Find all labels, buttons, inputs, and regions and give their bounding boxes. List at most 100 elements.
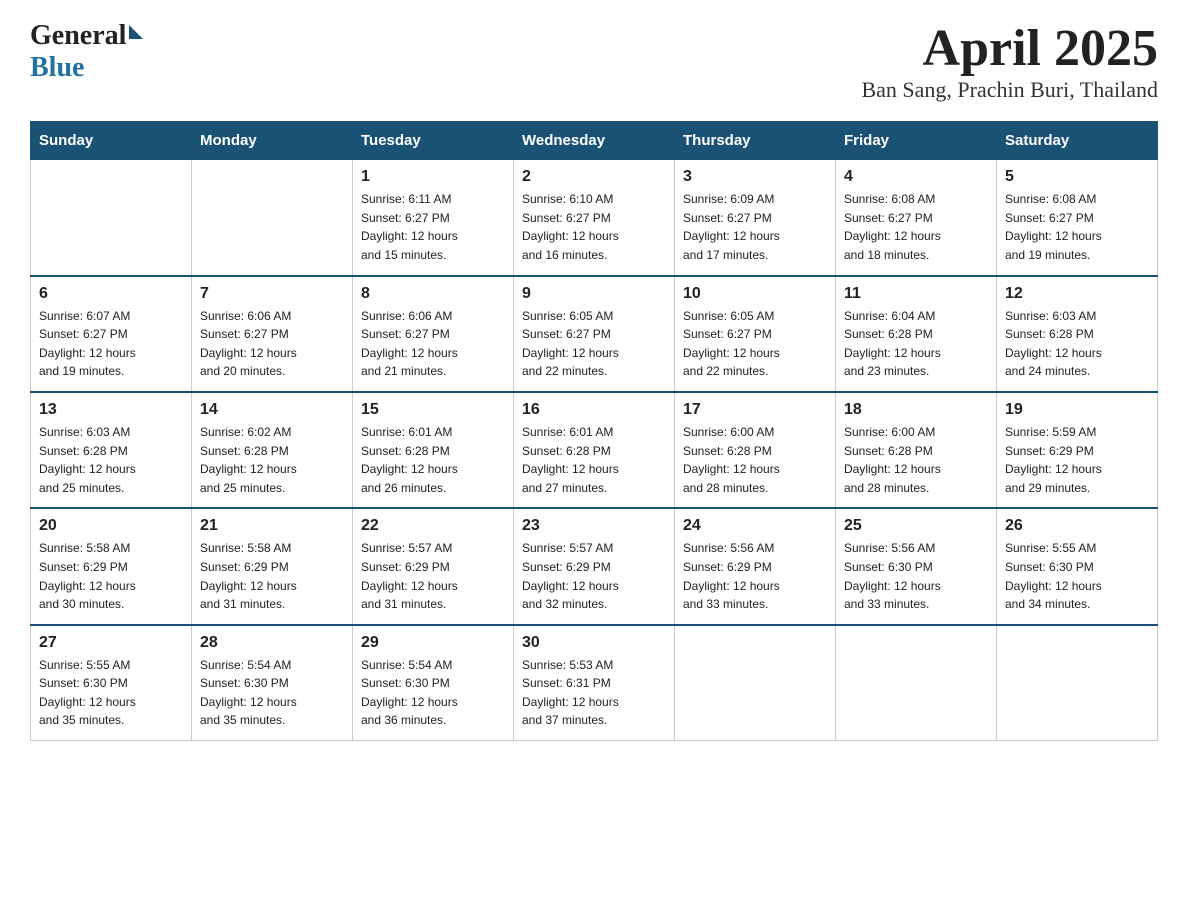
title-area: April 2025 Ban Sang, Prachin Buri, Thail… <box>861 20 1158 103</box>
day-number: 7 <box>200 285 344 303</box>
calendar-cell: 5 Sunrise: 6:08 AMSunset: 6:27 PMDaylight… <box>997 160 1158 276</box>
logo: General Blue <box>30 20 143 84</box>
day-number: 23 <box>522 517 666 535</box>
header-cell-saturday: Saturday <box>997 122 1158 160</box>
day-info: Sunrise: 5:54 AMSunset: 6:30 PMDaylight:… <box>200 656 344 730</box>
day-number: 27 <box>39 634 183 652</box>
day-info: Sunrise: 5:58 AMSunset: 6:29 PMDaylight:… <box>200 539 344 613</box>
day-number: 24 <box>683 517 827 535</box>
header-cell-tuesday: Tuesday <box>353 122 514 160</box>
day-info: Sunrise: 5:55 AMSunset: 6:30 PMDaylight:… <box>39 656 183 730</box>
calendar-cell: 20 Sunrise: 5:58 AMSunset: 6:29 PMDayligh… <box>31 508 192 624</box>
day-number: 26 <box>1005 517 1149 535</box>
calendar-cell: 24Sunrise: 5:56 AMSunset: 6:29 PMDayligh… <box>675 508 836 624</box>
header: General Blue April 2025 Ban Sang, Prachi… <box>30 20 1158 103</box>
calendar-cell: 11 Sunrise: 6:04 AMSunset: 6:28 PMDayligh… <box>836 276 997 392</box>
day-info: Sunrise: 6:06 AMSunset: 6:27 PMDaylight:… <box>200 307 344 381</box>
day-info: Sunrise: 6:04 AMSunset: 6:28 PMDaylight:… <box>844 307 988 381</box>
day-number: 11 <box>844 285 988 303</box>
day-number: 9 <box>522 285 666 303</box>
day-number: 5 <box>1005 168 1149 186</box>
header-cell-friday: Friday <box>836 122 997 160</box>
day-number: 12 <box>1005 285 1149 303</box>
calendar-week-row: 20 Sunrise: 5:58 AMSunset: 6:29 PMDayligh… <box>31 508 1158 624</box>
calendar-cell: 4 Sunrise: 6:08 AMSunset: 6:27 PMDaylight… <box>836 160 997 276</box>
day-info: Sunrise: 5:59 AMSunset: 6:29 PMDaylight:… <box>1005 423 1149 497</box>
calendar-cell: 29Sunrise: 5:54 AMSunset: 6:30 PMDayligh… <box>353 625 514 741</box>
day-number: 3 <box>683 168 827 186</box>
calendar-cell: 26Sunrise: 5:55 AMSunset: 6:30 PMDayligh… <box>997 508 1158 624</box>
day-number: 14 <box>200 401 344 419</box>
day-info: Sunrise: 6:02 AMSunset: 6:28 PMDaylight:… <box>200 423 344 497</box>
day-number: 4 <box>844 168 988 186</box>
day-number: 1 <box>361 168 505 186</box>
calendar-cell: 12 Sunrise: 6:03 AMSunset: 6:28 PMDayligh… <box>997 276 1158 392</box>
calendar-cell: 23 Sunrise: 5:57 AMSunset: 6:29 PMDayligh… <box>514 508 675 624</box>
day-info: Sunrise: 5:58 AMSunset: 6:29 PMDaylight:… <box>39 539 183 613</box>
calendar-header: SundayMondayTuesdayWednesdayThursdayFrid… <box>31 122 1158 160</box>
calendar-cell: 13Sunrise: 6:03 AMSunset: 6:28 PMDayligh… <box>31 392 192 508</box>
calendar-cell: 21 Sunrise: 5:58 AMSunset: 6:29 PMDayligh… <box>192 508 353 624</box>
calendar-cell: 25 Sunrise: 5:56 AMSunset: 6:30 PMDayligh… <box>836 508 997 624</box>
day-info: Sunrise: 5:57 AMSunset: 6:29 PMDaylight:… <box>522 539 666 613</box>
calendar-cell <box>31 160 192 276</box>
day-info: Sunrise: 6:09 AMSunset: 6:27 PMDaylight:… <box>683 190 827 264</box>
day-number: 20 <box>39 517 183 535</box>
calendar-cell: 30 Sunrise: 5:53 AMSunset: 6:31 PMDayligh… <box>514 625 675 741</box>
calendar-cell: 14 Sunrise: 6:02 AMSunset: 6:28 PMDayligh… <box>192 392 353 508</box>
day-number: 30 <box>522 634 666 652</box>
page-title: April 2025 <box>861 20 1158 77</box>
calendar-cell: 9Sunrise: 6:05 AMSunset: 6:27 PMDaylight… <box>514 276 675 392</box>
header-row: SundayMondayTuesdayWednesdayThursdayFrid… <box>31 122 1158 160</box>
calendar-cell <box>192 160 353 276</box>
day-number: 8 <box>361 285 505 303</box>
logo-arrow-icon <box>129 25 143 39</box>
day-number: 15 <box>361 401 505 419</box>
calendar-cell: 8Sunrise: 6:06 AMSunset: 6:27 PMDaylight… <box>353 276 514 392</box>
header-cell-sunday: Sunday <box>31 122 192 160</box>
day-info: Sunrise: 6:03 AMSunset: 6:28 PMDaylight:… <box>39 423 183 497</box>
calendar-week-row: 1Sunrise: 6:11 AMSunset: 6:27 PMDaylight… <box>31 160 1158 276</box>
logo-text-blue: Blue <box>30 52 84 84</box>
header-cell-monday: Monday <box>192 122 353 160</box>
calendar-cell <box>836 625 997 741</box>
calendar-cell: 22Sunrise: 5:57 AMSunset: 6:29 PMDayligh… <box>353 508 514 624</box>
day-info: Sunrise: 6:08 AMSunset: 6:27 PMDaylight:… <box>844 190 988 264</box>
calendar-cell: 7 Sunrise: 6:06 AMSunset: 6:27 PMDaylight… <box>192 276 353 392</box>
day-number: 10 <box>683 285 827 303</box>
calendar-cell <box>675 625 836 741</box>
day-info: Sunrise: 6:07 AMSunset: 6:27 PMDaylight:… <box>39 307 183 381</box>
header-cell-wednesday: Wednesday <box>514 122 675 160</box>
calendar-cell: 10 Sunrise: 6:05 AMSunset: 6:27 PMDayligh… <box>675 276 836 392</box>
day-number: 28 <box>200 634 344 652</box>
calendar-cell <box>997 625 1158 741</box>
day-info: Sunrise: 5:56 AMSunset: 6:30 PMDaylight:… <box>844 539 988 613</box>
day-info: Sunrise: 6:10 AMSunset: 6:27 PMDaylight:… <box>522 190 666 264</box>
day-number: 17 <box>683 401 827 419</box>
day-info: Sunrise: 6:00 AMSunset: 6:28 PMDaylight:… <box>683 423 827 497</box>
day-number: 21 <box>200 517 344 535</box>
day-number: 2 <box>522 168 666 186</box>
day-info: Sunrise: 6:03 AMSunset: 6:28 PMDaylight:… <box>1005 307 1149 381</box>
day-number: 6 <box>39 285 183 303</box>
calendar-cell: 15 Sunrise: 6:01 AMSunset: 6:28 PMDayligh… <box>353 392 514 508</box>
day-number: 25 <box>844 517 988 535</box>
calendar-cell: 18Sunrise: 6:00 AMSunset: 6:28 PMDayligh… <box>836 392 997 508</box>
day-number: 16 <box>522 401 666 419</box>
day-info: Sunrise: 6:08 AMSunset: 6:27 PMDaylight:… <box>1005 190 1149 264</box>
header-cell-thursday: Thursday <box>675 122 836 160</box>
calendar-week-row: 13Sunrise: 6:03 AMSunset: 6:28 PMDayligh… <box>31 392 1158 508</box>
day-info: Sunrise: 6:01 AMSunset: 6:28 PMDaylight:… <box>522 423 666 497</box>
calendar-cell: 1Sunrise: 6:11 AMSunset: 6:27 PMDaylight… <box>353 160 514 276</box>
calendar-week-row: 27 Sunrise: 5:55 AMSunset: 6:30 PMDayligh… <box>31 625 1158 741</box>
logo-text-general: General <box>30 20 126 52</box>
calendar-cell: 28 Sunrise: 5:54 AMSunset: 6:30 PMDayligh… <box>192 625 353 741</box>
calendar-cell: 3 Sunrise: 6:09 AMSunset: 6:27 PMDaylight… <box>675 160 836 276</box>
day-number: 18 <box>844 401 988 419</box>
day-info: Sunrise: 5:53 AMSunset: 6:31 PMDaylight:… <box>522 656 666 730</box>
day-info: Sunrise: 5:54 AMSunset: 6:30 PMDaylight:… <box>361 656 505 730</box>
day-info: Sunrise: 6:01 AMSunset: 6:28 PMDaylight:… <box>361 423 505 497</box>
day-number: 22 <box>361 517 505 535</box>
calendar-table: SundayMondayTuesdayWednesdayThursdayFrid… <box>30 121 1158 741</box>
day-info: Sunrise: 6:05 AMSunset: 6:27 PMDaylight:… <box>683 307 827 381</box>
